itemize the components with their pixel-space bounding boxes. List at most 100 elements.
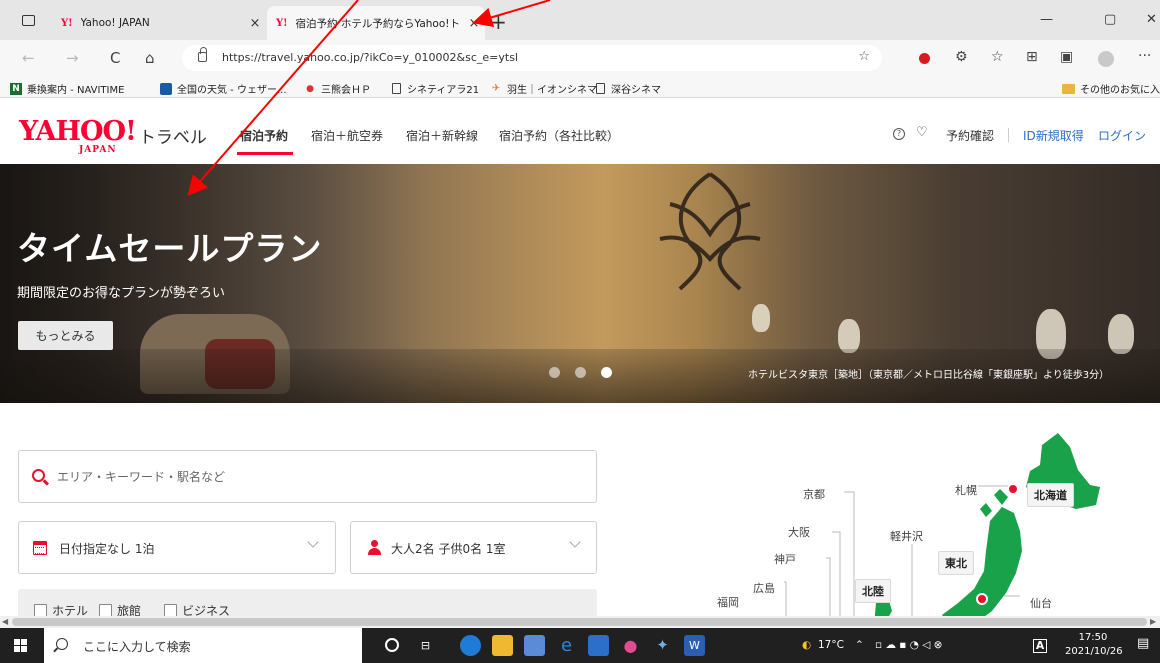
screenshot-icon[interactable]: ▣ bbox=[1060, 49, 1073, 65]
horizontal-scrollbar[interactable]: ◀ ▶ bbox=[0, 616, 1160, 628]
notification-icon[interactable]: ▤ bbox=[1137, 636, 1149, 651]
tab-yahoo-japan[interactable]: Y! Yahoo! JAPAN × bbox=[52, 6, 266, 40]
yahoo-favicon-icon: Y! bbox=[61, 17, 73, 29]
bookmark-fukayacinema[interactable]: 深谷シネマ bbox=[596, 81, 661, 96]
carousel-dot-3[interactable] bbox=[601, 367, 612, 378]
hero-banner[interactable]: タイムセールプラン 期間限定のお得なプランが勢ぞろい もっとみる ホテルビスタ東… bbox=[0, 164, 1160, 403]
new-tab-button[interactable]: + bbox=[490, 10, 507, 34]
logo-sub-text: JAPAN bbox=[79, 145, 117, 155]
guests-select[interactable]: 大人2名 子供0名 1室 bbox=[350, 521, 597, 574]
login-link[interactable]: ログイン bbox=[1098, 127, 1146, 144]
see-more-button[interactable]: もっとみる bbox=[18, 321, 113, 350]
map-region-hokuriku[interactable]: 北陸 bbox=[855, 579, 891, 603]
chevron-down-icon bbox=[569, 536, 581, 548]
app-icon[interactable] bbox=[588, 635, 609, 656]
map-city-kyoto[interactable]: 京都 bbox=[803, 486, 825, 502]
url-text[interactable]: https://travel.yahoo.co.jp/?ikCo=y_01000… bbox=[222, 51, 518, 64]
map-region-tohoku[interactable]: 東北 bbox=[938, 551, 974, 575]
date-select[interactable]: 日付指定なし 1泊 bbox=[18, 521, 336, 574]
map-city-sendai[interactable]: 仙台 bbox=[1030, 595, 1052, 611]
carousel-dot-2[interactable] bbox=[575, 367, 586, 378]
nav-hotel-flight[interactable]: 宿泊＋航空券 bbox=[311, 127, 383, 144]
reservation-check-link[interactable]: 予約確認 bbox=[946, 127, 994, 144]
japan-map[interactable] bbox=[680, 425, 1160, 625]
tab-close-button[interactable]: × bbox=[463, 16, 485, 31]
page-icon bbox=[596, 83, 605, 94]
active-nav-indicator bbox=[237, 152, 293, 155]
screen: Y! Yahoo! JAPAN × Y! 宿泊予約 ホテル予約ならYahoo!ト… bbox=[0, 0, 1160, 663]
keyword-search-box[interactable] bbox=[18, 450, 597, 503]
cortana-icon[interactable] bbox=[385, 638, 399, 652]
heart-icon[interactable]: ♡ bbox=[916, 125, 928, 140]
help-icon[interactable]: ? bbox=[893, 128, 905, 140]
minimize-button[interactable]: — bbox=[1040, 12, 1053, 27]
taskbar-clock[interactable]: 17:50 2021/10/26 bbox=[1065, 631, 1123, 659]
person-icon bbox=[368, 540, 382, 556]
forward-button[interactable]: → bbox=[66, 49, 79, 67]
more-button[interactable]: ··· bbox=[1138, 48, 1151, 64]
add-favorite-icon[interactable]: ☆ bbox=[858, 49, 870, 64]
word-icon[interactable]: W bbox=[684, 635, 705, 656]
puzzle-icon[interactable]: ⚙ bbox=[955, 49, 968, 65]
guests-value: 大人2名 子供0名 1室 bbox=[391, 542, 506, 556]
favorites-icon[interactable]: ☆ bbox=[991, 49, 1004, 65]
scroll-right-arrow-icon[interactable]: ▶ bbox=[1150, 617, 1156, 626]
windows-taskbar: ここに入力して検索 ⊟ e ● ✦ W ◐ 17°C ⌃ ▫ ☁ ▪ ◔ ◁ ⊗… bbox=[0, 628, 1160, 663]
back-button[interactable]: ← bbox=[22, 49, 35, 67]
bookmark-cinetiara[interactable]: シネティアラ21 bbox=[392, 81, 479, 96]
ime-indicator[interactable]: A bbox=[1033, 639, 1048, 653]
search-icon bbox=[32, 469, 45, 482]
task-view-icon[interactable]: ⊟ bbox=[415, 635, 436, 656]
edge-icon[interactable] bbox=[460, 635, 481, 656]
bookmark-sankumakai[interactable]: ● 三熊会ＨＰ bbox=[304, 81, 371, 97]
map-region-hokkaido[interactable]: 北海道 bbox=[1027, 483, 1074, 507]
taskbar-search-box[interactable]: ここに入力して検索 bbox=[44, 628, 362, 663]
carousel-dot-1[interactable] bbox=[549, 367, 560, 378]
nav-hotel-booking[interactable]: 宿泊予約 bbox=[240, 127, 288, 144]
tab-actions-icon[interactable] bbox=[22, 15, 35, 26]
nav-hotel-shinkansen[interactable]: 宿泊＋新幹線 bbox=[406, 127, 478, 144]
app-icon[interactable]: ● bbox=[620, 635, 641, 656]
extension-icon[interactable] bbox=[919, 53, 930, 64]
bookmark-aeoncinema[interactable]: ✈ 羽生｜イオンシネマ bbox=[490, 81, 597, 97]
restore-button[interactable]: ▢ bbox=[1104, 12, 1116, 27]
map-city-hiroshima[interactable]: 広島 bbox=[753, 580, 775, 596]
map-city-karuizawa[interactable]: 軽井沢 bbox=[890, 528, 923, 544]
bookmark-navitime[interactable]: N 乗換案内 - NAVITIME bbox=[10, 81, 124, 96]
yahoo-travel-logo[interactable]: YAHOO! JAPAN トラベル bbox=[19, 116, 207, 155]
signup-link[interactable]: ID新規取得 bbox=[1023, 127, 1084, 144]
scroll-left-arrow-icon[interactable]: ◀ bbox=[2, 617, 8, 626]
profile-icon[interactable] bbox=[1098, 51, 1114, 67]
app-icon[interactable]: ✦ bbox=[652, 635, 673, 656]
app-icon[interactable] bbox=[524, 635, 545, 656]
home-button[interactable]: ⌂ bbox=[145, 49, 155, 67]
weather-temperature[interactable]: 17°C bbox=[818, 639, 844, 651]
bookmark-other-favorites[interactable]: その他のお気に入り bbox=[1062, 81, 1160, 96]
tab-yahoo-travel[interactable]: Y! 宿泊予約 ホテル予約ならYahoo!ト × bbox=[267, 6, 485, 40]
bookmark-weather[interactable]: 全国の天気 - ウェザー... bbox=[160, 81, 287, 96]
hero-caption[interactable]: ホテルビスタ東京［築地］（東京都／メトロ日比谷線「東銀座駅」より徒歩3分） bbox=[748, 366, 1109, 381]
site-header: YAHOO! JAPAN トラベル 宿泊予約 宿泊＋航空券 宿泊＋新幹線 宿泊予… bbox=[0, 98, 1160, 164]
map-city-fukuoka[interactable]: 福岡 bbox=[717, 594, 739, 610]
nav-hotel-compare[interactable]: 宿泊予約（各社比較） bbox=[499, 127, 619, 144]
address-bar-row: ← → C ⌂ https://travel.yahoo.co.jp/?ikCo… bbox=[0, 40, 1160, 76]
map-city-osaka[interactable]: 大阪 bbox=[788, 524, 810, 540]
tray-chevron-up-icon[interactable]: ⌃ bbox=[855, 639, 864, 651]
map-city-kobe[interactable]: 神戸 bbox=[774, 551, 796, 567]
url-bar[interactable]: https://travel.yahoo.co.jp/?ikCo=y_01000… bbox=[182, 45, 882, 71]
scrollbar-thumb[interactable] bbox=[12, 618, 1147, 626]
close-window-button[interactable]: ✕ bbox=[1146, 12, 1157, 27]
reload-button[interactable]: C bbox=[110, 49, 120, 67]
logo-main-text: YAHOO! bbox=[19, 116, 137, 147]
tab-close-button[interactable]: × bbox=[244, 16, 266, 31]
file-explorer-icon[interactable] bbox=[492, 635, 513, 656]
lock-icon[interactable] bbox=[198, 47, 207, 62]
keyword-search-input[interactable] bbox=[57, 466, 577, 488]
search-icon bbox=[56, 638, 68, 650]
tray-icons[interactable]: ▫ ☁ ▪ ◔ ◁ ⊗ bbox=[875, 639, 942, 651]
map-city-sapporo[interactable]: 札幌 bbox=[955, 482, 977, 498]
collections-icon[interactable]: ⊞ bbox=[1026, 49, 1038, 65]
weather-icon bbox=[160, 82, 172, 95]
internet-explorer-icon[interactable]: e bbox=[556, 635, 577, 656]
windows-start-icon[interactable] bbox=[14, 639, 28, 653]
